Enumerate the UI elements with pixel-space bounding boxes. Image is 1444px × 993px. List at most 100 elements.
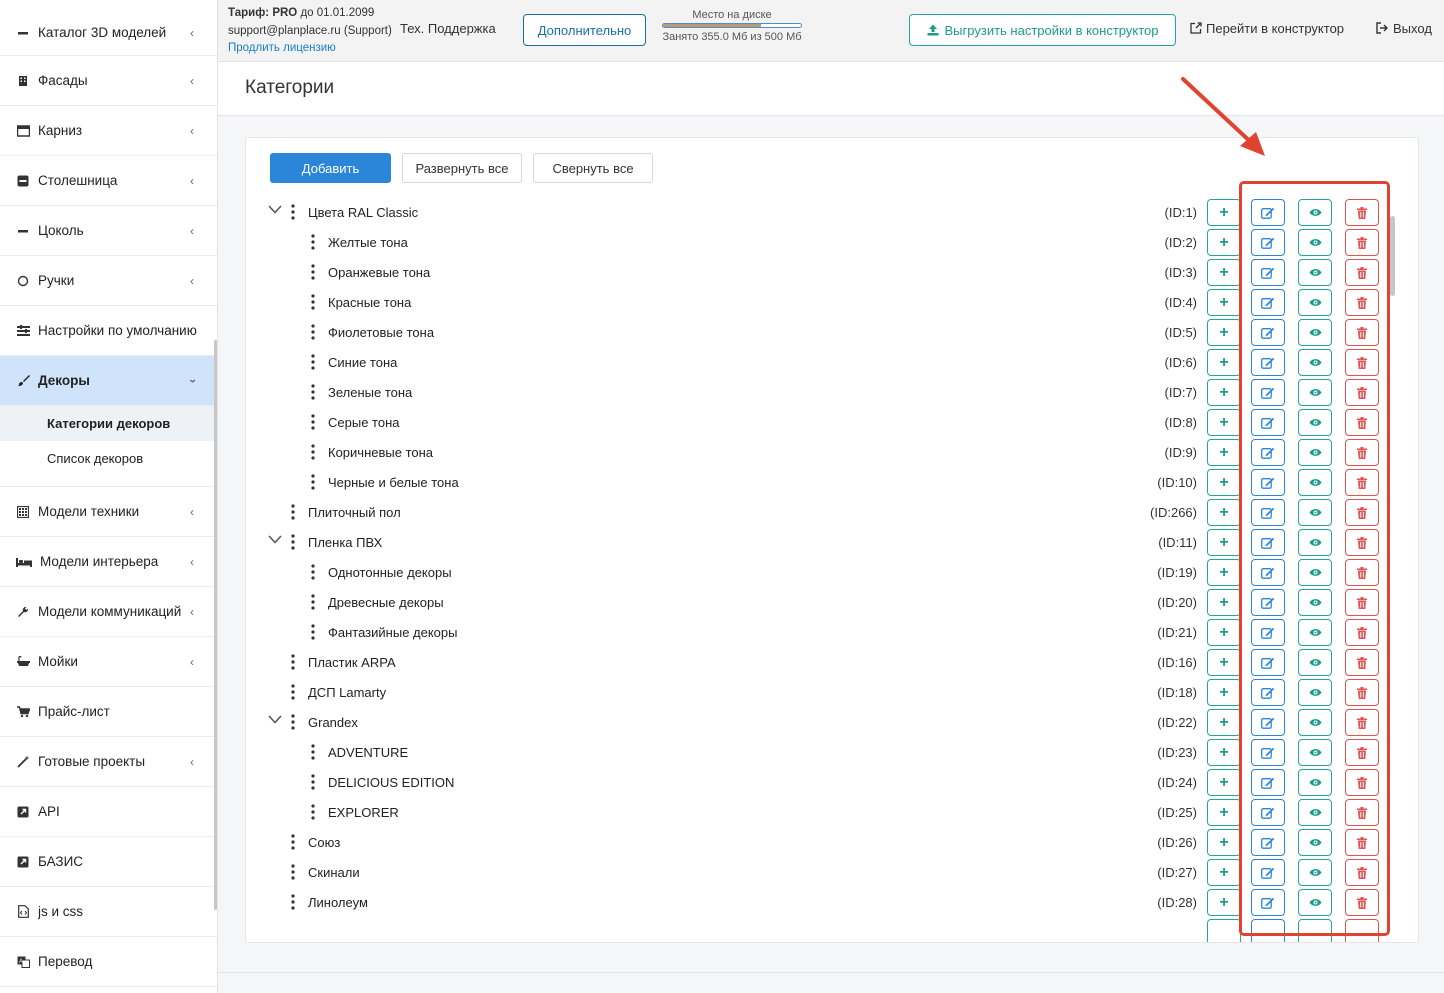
sidebar-item-interior-models[interactable]: Модели интерьера ‹ [0,537,217,587]
add-subcategory-button[interactable]: + [1207,409,1241,436]
delete-button[interactable] [1345,379,1379,406]
drag-handle-icon[interactable] [291,684,295,700]
add-subcategory-button[interactable]: + [1207,529,1241,556]
add-category-button[interactable]: Добавить [270,153,391,183]
drag-handle-icon[interactable] [311,414,315,430]
edit-button[interactable] [1251,739,1285,766]
category-name[interactable]: Красные тона [328,295,411,310]
view-button[interactable] [1298,379,1332,406]
renew-license-link[interactable]: Продлить лицензию [228,42,336,54]
chevron-down-icon[interactable] [268,715,282,724]
view-button[interactable] [1298,289,1332,316]
category-name[interactable]: Серые тона [328,415,399,430]
delete-button[interactable] [1345,889,1379,916]
view-button[interactable] [1298,919,1332,942]
add-subcategory-button[interactable]: + [1207,199,1241,226]
category-name[interactable]: Пластик ARPA [308,655,396,670]
drag-handle-icon[interactable] [291,864,295,880]
drag-handle-icon[interactable] [291,654,295,670]
delete-button[interactable] [1345,319,1379,346]
add-subcategory-button[interactable]: + [1207,439,1241,466]
view-button[interactable] [1298,409,1332,436]
edit-button[interactable] [1251,889,1285,916]
category-name[interactable]: Фантазийные декоры [328,625,458,640]
edit-button[interactable] [1251,349,1285,376]
view-button[interactable] [1298,229,1332,256]
view-button[interactable] [1298,769,1332,796]
add-subcategory-button[interactable]: + [1207,739,1241,766]
add-subcategory-button[interactable]: + [1207,319,1241,346]
view-button[interactable] [1298,349,1332,376]
view-button[interactable] [1298,559,1332,586]
drag-handle-icon[interactable] [311,624,315,640]
category-name[interactable]: Коричневые тона [328,445,433,460]
category-name[interactable]: Зеленые тона [328,385,412,400]
sidebar-item-bazis[interactable]: БАЗИС [0,837,217,887]
drag-handle-icon[interactable] [311,384,315,400]
category-name[interactable]: Пленка ПВХ [308,535,382,550]
sidebar-item-facades[interactable]: Фасады ‹ [0,56,217,106]
category-name[interactable]: Плиточный пол [308,505,401,520]
drag-handle-icon[interactable] [311,474,315,490]
drag-handle-icon[interactable] [311,294,315,310]
category-name[interactable]: Grandex [308,715,358,730]
delete-button[interactable] [1345,859,1379,886]
category-name[interactable]: EXPLORER [328,805,399,820]
delete-button[interactable] [1345,739,1379,766]
sidebar-item-api[interactable]: API [0,787,217,837]
edit-button[interactable] [1251,199,1285,226]
view-button[interactable] [1298,319,1332,346]
edit-button[interactable] [1251,649,1285,676]
delete-button[interactable] [1345,649,1379,676]
edit-button[interactable] [1251,799,1285,826]
drag-handle-icon[interactable] [311,804,315,820]
tech-support-link[interactable]: Тех. Поддержка [400,21,496,36]
add-subcategory-button[interactable]: + [1207,859,1241,886]
drag-handle-icon[interactable] [291,204,295,220]
sidebar-item-countertop[interactable]: Столешница ‹ [0,156,217,206]
edit-button[interactable] [1251,859,1285,886]
edit-button[interactable] [1251,769,1285,796]
add-subcategory-button[interactable]: + [1207,499,1241,526]
category-name[interactable]: Черные и белые тона [328,475,459,490]
view-button[interactable] [1298,829,1332,856]
view-button[interactable] [1298,499,1332,526]
sidebar-item-cornice[interactable]: Карниз ‹ [0,106,217,156]
add-subcategory-button[interactable]: + [1207,649,1241,676]
category-name[interactable]: Однотонные декоры [328,565,452,580]
sidebar-item-communication-models[interactable]: Модели коммуникаций ‹ [0,587,217,637]
sidebar-item-handles[interactable]: Ручки ‹ [0,256,217,306]
sidebar-item-catalog-3d[interactable]: Каталог 3D моделей ‹ [0,10,217,56]
edit-button[interactable] [1251,319,1285,346]
drag-handle-icon[interactable] [291,504,295,520]
category-name[interactable]: Желтые тона [328,235,408,250]
view-button[interactable] [1298,469,1332,496]
view-button[interactable] [1298,739,1332,766]
delete-button[interactable] [1345,229,1379,256]
view-button[interactable] [1298,589,1332,616]
add-subcategory-button[interactable]: + [1207,769,1241,796]
view-button[interactable] [1298,799,1332,826]
collapse-all-button[interactable]: Свернуть все [533,153,653,183]
delete-button[interactable] [1345,289,1379,316]
add-subcategory-button[interactable]: + [1207,799,1241,826]
sidebar-item-default-settings[interactable]: Настройки по умолчанию [0,306,217,356]
sidebar-item-appliance-models[interactable]: Модели техники ‹ [0,487,217,537]
extra-button[interactable]: Дополнительно [523,14,646,46]
add-subcategory-button[interactable]: + [1207,559,1241,586]
delete-button[interactable] [1345,829,1379,856]
sidebar-item-sinks[interactable]: Мойки ‹ [0,637,217,687]
add-subcategory-button[interactable]: + [1207,889,1241,916]
delete-button[interactable] [1345,709,1379,736]
sidebar-item-decors[interactable]: Декоры ‹ [0,356,217,406]
view-button[interactable] [1298,199,1332,226]
view-button[interactable] [1298,259,1332,286]
drag-handle-icon[interactable] [311,234,315,250]
upload-settings-button[interactable]: Выгрузить настройки в конструктор [909,14,1176,46]
edit-button[interactable] [1251,439,1285,466]
drag-handle-icon[interactable] [311,744,315,760]
add-subcategory-button[interactable]: + [1207,709,1241,736]
add-subcategory-button[interactable]: + [1207,349,1241,376]
drag-handle-icon[interactable] [311,564,315,580]
add-subcategory-button[interactable]: + [1207,229,1241,256]
